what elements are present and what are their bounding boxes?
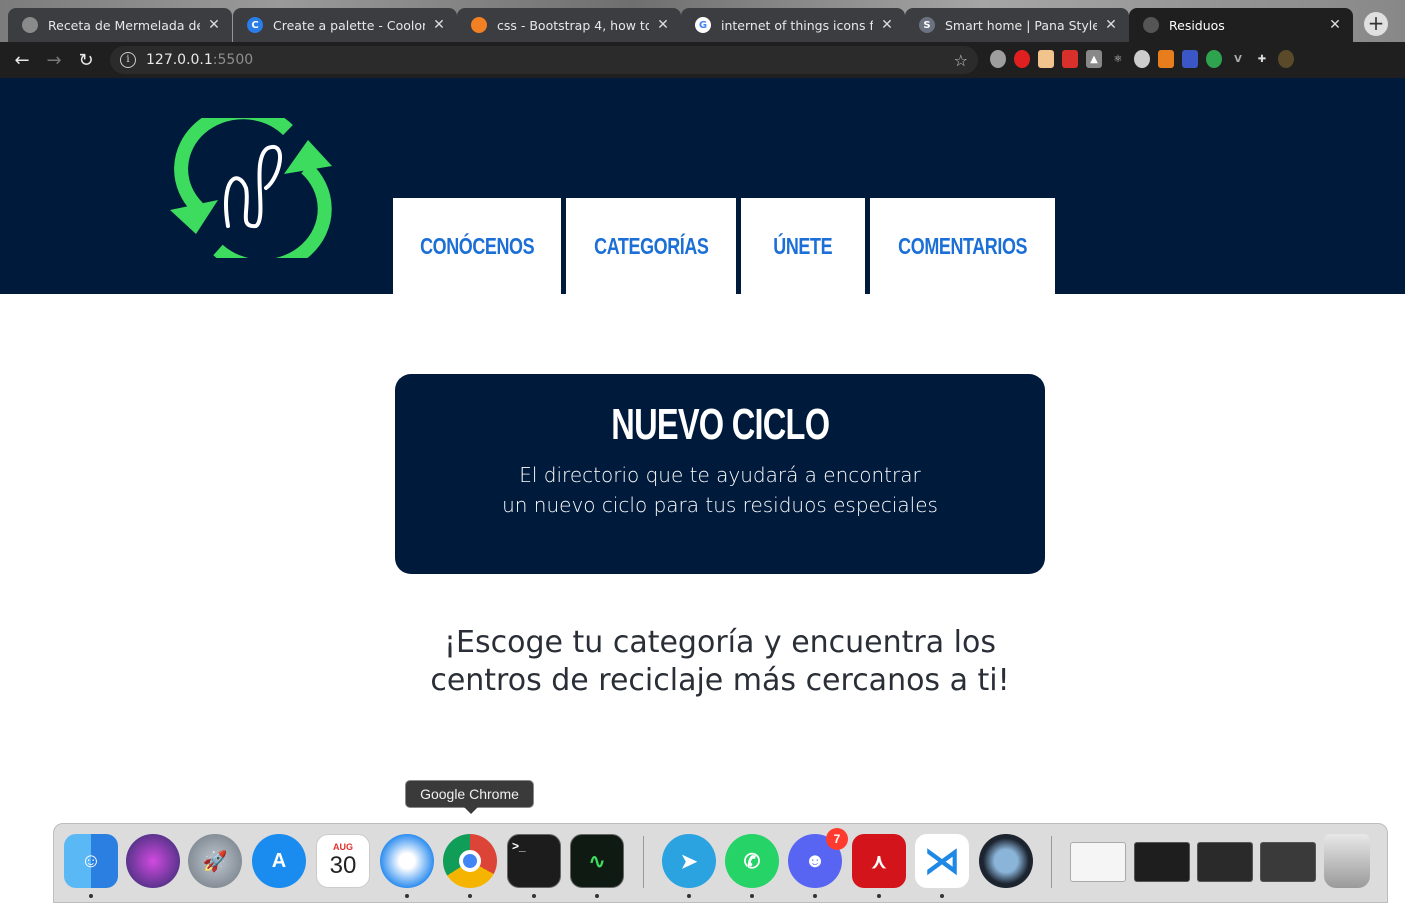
trash-icon[interactable] — [1324, 834, 1370, 888]
notification-badge: 7 — [826, 828, 848, 850]
new-tab-button[interactable]: + — [1364, 12, 1388, 36]
nav-item-comentarios[interactable]: COMENTARIOS — [870, 198, 1055, 294]
macos-dock: ☺ 🚀 A AUG 30 >_ ∿ ➤ ✆ ☻ 7 ⋏ ⋊ — [53, 823, 1388, 903]
browser-tab-strip: Receta de Mermelada de Me ✕ C Create a p… — [0, 0, 1405, 42]
site-header: CONÓCENOS CATEGORÍAS ÚNETE COMENTARIOS — [0, 78, 1405, 294]
forward-arrow-icon[interactable]: → — [38, 46, 70, 74]
favicon-icon — [471, 17, 487, 33]
evernote-icon[interactable] — [1206, 50, 1222, 68]
url-host: 127.0.0.1 — [146, 52, 213, 68]
telegram-icon[interactable]: ➤ — [662, 834, 716, 888]
react-icon[interactable]: ⚛ — [1110, 50, 1126, 68]
extension-icon[interactable] — [1014, 50, 1030, 68]
avatar[interactable] — [1278, 50, 1294, 68]
extension-icon[interactable] — [1038, 50, 1054, 68]
app-store-icon[interactable]: A — [252, 834, 306, 888]
browser-toolbar: ← → ↻ i 127.0.0.1:5500 ☆ ▲ ⚛ V ✚ — [0, 42, 1405, 78]
url-port: :5500 — [212, 52, 254, 68]
discord-icon[interactable]: ☻ 7 — [788, 828, 848, 888]
address-bar[interactable]: i 127.0.0.1:5500 ☆ — [110, 46, 978, 74]
minimized-window-thumbnail[interactable] — [1134, 842, 1190, 882]
extension-icon[interactable] — [1134, 50, 1150, 68]
favicon-icon: G — [695, 17, 711, 33]
info-icon[interactable]: i — [120, 52, 136, 68]
browser-tab[interactable]: Receta de Mermelada de Me ✕ — [8, 8, 232, 42]
hero-subtitle-line: un nuevo ciclo para tus residuos especia… — [502, 493, 938, 517]
close-icon[interactable]: ✕ — [1327, 17, 1343, 33]
browser-tab[interactable]: css - Bootstrap 4, how to m ✕ — [457, 8, 681, 42]
hero-title-text: NUEVO CICLO — [610, 400, 830, 449]
vue-icon[interactable]: V — [1230, 50, 1246, 68]
tab-title: Smart home | Pana Style — [945, 17, 1097, 33]
calendar-icon[interactable]: AUG 30 — [316, 834, 370, 888]
back-arrow-icon[interactable]: ← — [6, 46, 38, 74]
chrome-icon[interactable] — [443, 834, 497, 888]
extension-icon[interactable] — [990, 50, 1006, 68]
extension-icon[interactable] — [1158, 50, 1174, 68]
browser-tab-active[interactable]: Residuos ✕ — [1129, 8, 1353, 42]
tab-title: internet of things icons free — [721, 17, 873, 33]
vscode-icon[interactable]: ⋊ — [915, 834, 969, 888]
nav-label: ÚNETE — [773, 232, 833, 259]
close-icon[interactable]: ✕ — [206, 17, 222, 33]
favicon-icon: S — [919, 17, 935, 33]
minimized-window-thumbnail[interactable] — [1197, 842, 1253, 882]
tab-title: Residuos — [1169, 17, 1225, 33]
browser-tab[interactable]: G internet of things icons free ✕ — [681, 8, 905, 42]
nav-item-categorias[interactable]: CATEGORÍAS — [566, 198, 736, 294]
tab-title: Create a palette - Coolors — [273, 17, 425, 33]
tagline-line: centros de reciclaje más cercanos a ti! — [430, 663, 1010, 698]
tab-title: css - Bootstrap 4, how to m — [497, 17, 649, 33]
dock-tooltip: Google Chrome — [405, 780, 534, 814]
launchpad-icon[interactable]: 🚀 — [188, 834, 242, 888]
nav-label: CONÓCENOS — [419, 232, 535, 259]
category-tagline: ¡Escoge tu categoría y encuentra los cen… — [300, 624, 1140, 700]
nav-item-unete[interactable]: ÚNETE — [741, 198, 865, 294]
nav-label: CATEGORÍAS — [593, 232, 709, 259]
nav-item-conocenos[interactable]: CONÓCENOS — [393, 198, 561, 294]
close-icon[interactable]: ✕ — [1103, 17, 1119, 33]
hero-title: NUEVO CICLO — [395, 400, 1045, 450]
calendar-month: AUG — [333, 842, 353, 852]
close-icon[interactable]: ✕ — [431, 17, 447, 33]
tagline-line: ¡Escoge tu categoría y encuentra los — [444, 625, 996, 660]
tab-title: Receta de Mermelada de Me — [48, 17, 200, 33]
favicon-icon — [22, 17, 38, 33]
extension-icon[interactable] — [1182, 50, 1198, 68]
minimized-window-thumbnail[interactable] — [1070, 842, 1126, 882]
close-icon[interactable]: ✕ — [879, 17, 895, 33]
nav-label: COMENTARIOS — [898, 232, 1027, 259]
favicon-icon: C — [247, 17, 263, 33]
finder-icon[interactable]: ☺ — [64, 834, 118, 888]
bookmark-star-icon[interactable]: ☆ — [954, 51, 968, 70]
favicon-icon — [1143, 17, 1159, 33]
acrobat-icon[interactable]: ⋏ — [852, 834, 906, 888]
whatsapp-icon[interactable]: ✆ — [725, 834, 779, 888]
minimized-window-thumbnail[interactable] — [1260, 842, 1316, 882]
close-icon[interactable]: ✕ — [655, 17, 671, 33]
activity-monitor-icon[interactable]: ∿ — [570, 834, 624, 888]
terminal-icon[interactable]: >_ — [507, 834, 561, 888]
extension-icon[interactable]: ▲ — [1086, 50, 1102, 68]
extension-icon[interactable] — [1062, 50, 1078, 68]
recycle-logo-icon[interactable] — [168, 118, 336, 258]
siri-icon[interactable] — [126, 834, 180, 888]
hero-banner: NUEVO CICLO El directorio que te ayudará… — [395, 374, 1045, 574]
puzzle-icon[interactable]: ✚ — [1254, 50, 1270, 68]
safari-icon[interactable] — [380, 834, 434, 888]
browser-tab[interactable]: C Create a palette - Coolors ✕ — [233, 8, 457, 42]
browser-tab[interactable]: S Smart home | Pana Style ✕ — [905, 8, 1129, 42]
calendar-day: 30 — [329, 852, 357, 879]
reload-icon[interactable]: ↻ — [70, 46, 102, 74]
quicktime-icon[interactable] — [979, 834, 1033, 888]
hero-subtitle-line: El directorio que te ayudará a encontrar — [519, 463, 921, 487]
extensions-bar: ▲ ⚛ V ✚ — [990, 50, 1294, 68]
hero-subtitle: El directorio que te ayudará a encontrar… — [395, 460, 1045, 520]
